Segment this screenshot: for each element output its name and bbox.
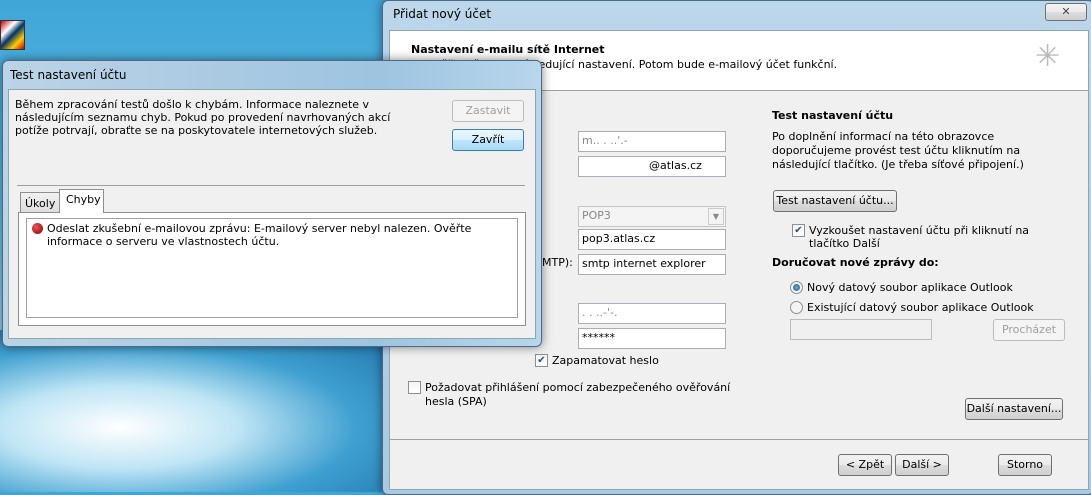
new-data-file-radio[interactable] (790, 281, 803, 294)
desktop-shortcut-icon[interactable] (0, 20, 25, 50)
password-input[interactable]: ****** (578, 328, 726, 349)
tab-errors[interactable]: Chyby (59, 189, 104, 213)
name-input[interactable]: m.. . ..'.- (578, 131, 726, 152)
footer-divider (390, 439, 1088, 440)
spa-label: Požadovat přihlášení pomocí zabezpečenéh… (425, 381, 731, 408)
incoming-server-input[interactable]: pop3.atlas.cz (578, 229, 726, 250)
more-settings-button[interactable]: Další nastavení... (965, 398, 1063, 420)
test-dialog-client: Během zpracování testů došlo k chybám. I… (8, 89, 536, 339)
desktop-wallpaper (0, 330, 400, 492)
error-list: Odeslat zkušební e-mailovou zprávu: E-ma… (26, 218, 518, 318)
error-icon (32, 223, 43, 234)
test-account-button[interactable]: Test nastavení účtu... (773, 190, 897, 212)
dialog-title: Přidat nový účet (393, 7, 492, 21)
account-type-value: POP3 (582, 209, 611, 222)
test-account-dialog: Test nastavení účtu Během zpracování tes… (2, 60, 542, 347)
existing-data-file-label: Existující datový soubor aplikace Outloo… (807, 301, 1034, 314)
existing-data-file-radio[interactable] (790, 301, 803, 314)
error-item: Odeslat zkušební e-mailovou zprávu: E-ma… (47, 222, 472, 248)
data-file-path-input[interactable] (790, 319, 932, 340)
stop-button[interactable]: Zastavit (452, 100, 524, 122)
tab-tasks-label: Úkoly (25, 197, 56, 210)
close-button[interactable]: ✕ (1045, 3, 1087, 21)
close-dialog-button[interactable]: Zavřít (452, 129, 524, 151)
tab-errors-label: Chyby (66, 193, 101, 206)
cursor-sparkle-icon: ✳ (1035, 39, 1061, 74)
test-dialog-title: Test nastavení účtu (10, 68, 127, 82)
username-input[interactable]: . . ..-'-. (578, 303, 726, 324)
new-data-file-label: Nový datový soubor aplikace Outlook (807, 281, 1013, 294)
next-button[interactable]: Další > (895, 454, 949, 476)
tab-tasks[interactable]: Úkoly (20, 192, 60, 212)
divider (17, 185, 525, 186)
email-input[interactable]: @atlas.cz (578, 156, 726, 177)
back-button[interactable]: < Zpět (838, 454, 892, 476)
test-section-description: Po doplnění informací na této obrazovce … (772, 130, 1024, 171)
account-type-select[interactable]: POP3 ▼ (578, 206, 726, 227)
spa-checkbox[interactable] (408, 381, 421, 394)
auto-test-label: Vyzkoušet nastavení účtu při kliknutí na… (809, 224, 1030, 250)
remember-password-label: Zapamatovat heslo (552, 354, 659, 367)
outgoing-server-input[interactable]: smtp internet explorer (578, 254, 726, 275)
cancel-button[interactable]: Storno (998, 454, 1052, 476)
smtp-label: MTP): (542, 256, 573, 269)
auto-test-checkbox[interactable]: ✔ (792, 224, 805, 237)
email-value: @atlas.cz (649, 159, 702, 172)
header-title: Nastavení e-mailu sítě Internet (411, 43, 605, 56)
remember-password-checkbox[interactable]: ✔ (535, 354, 548, 367)
tab-panel: Odeslat zkušební e-mailovou zprávu: E-ma… (18, 212, 526, 326)
test-section-title: Test nastavení účtu (772, 109, 894, 122)
delivery-title: Doručovat nové zprávy do: (772, 256, 939, 269)
browse-button[interactable]: Procházet (993, 319, 1065, 341)
chevron-down-icon: ▼ (708, 208, 724, 225)
test-dialog-message: Během zpracování testů došlo k chybám. I… (15, 98, 391, 137)
